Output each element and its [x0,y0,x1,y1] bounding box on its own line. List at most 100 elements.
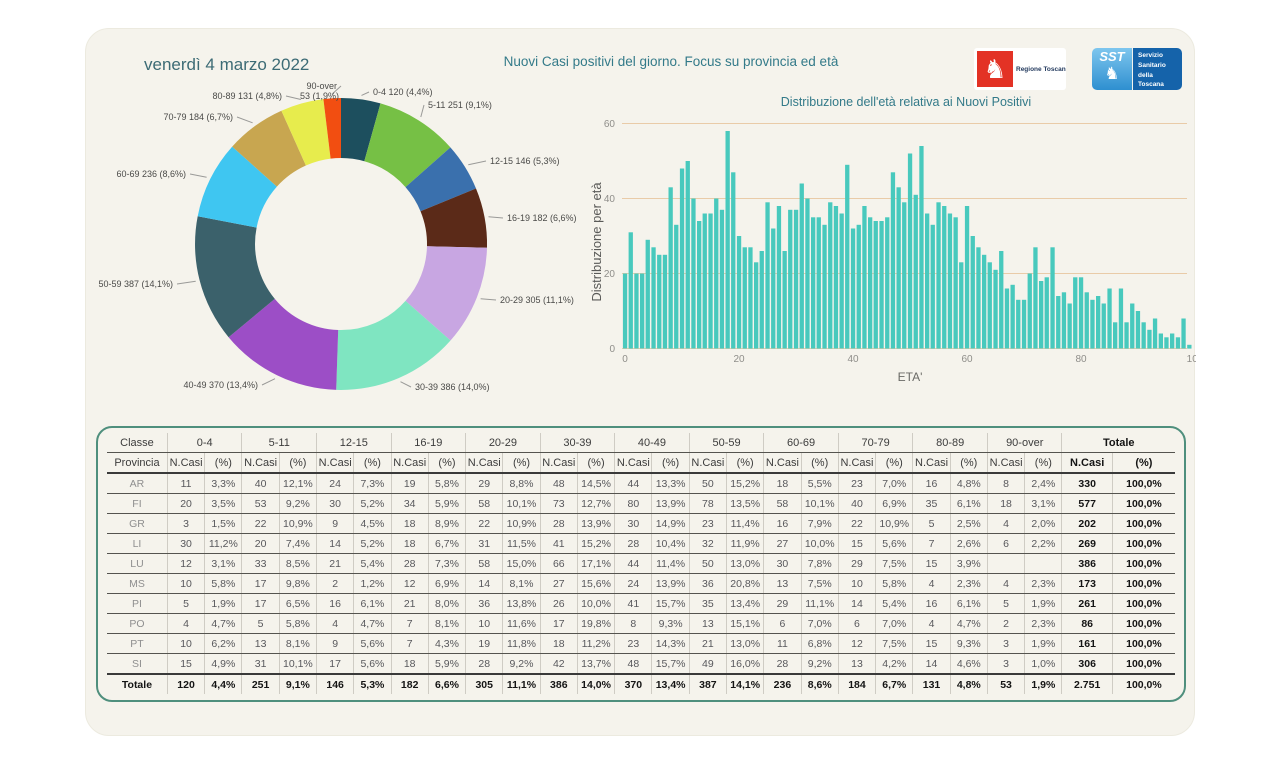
pct-value: 10,1% [278,653,317,675]
ncasi-value: 18 [539,633,578,654]
age-bar [959,262,964,349]
pct-value: 11,4% [651,553,690,574]
grand-total-cases: 2.751 [1061,674,1113,694]
pegasus-icon: ♞ [977,51,1013,87]
pct-subheader: (%) [204,452,242,474]
ncasi-subheader: N.Casi [986,452,1025,474]
x-tick-label: 60 [961,354,973,365]
ncasi-subheader: N.Casi [465,452,503,474]
table-row-PT: PT 10 6,2% 13 8,1% 9 5,6% 7 4,3% 19 11,8% 18 11,2% 23… [107,633,1175,654]
age-bar [702,213,707,349]
donut-segment-50-59 [195,216,275,338]
ncasi-value: 15 [166,653,205,675]
pct-value: 3,3% [204,473,242,494]
sst-label: Servizio Sanitario della Toscana [1133,48,1182,90]
ncasi-value: 32 [688,533,727,554]
ncasi-value: 4 [986,573,1025,594]
pct-value: 7,0% [875,473,913,494]
pct-value: 7,5% [875,553,913,574]
pct-value: 2,4% [1024,473,1062,494]
age-bar [999,251,1004,349]
ncasi-subheader: N.Casi [241,452,280,474]
total-pct-value: 4,4% [204,674,242,694]
ncasi-value: 17 [241,573,280,594]
age-bar [1021,299,1027,349]
age-bar [890,172,896,349]
ncasi-value: 19 [465,633,503,654]
ncasi-value: 27 [763,533,802,554]
pct-value: 7,8% [800,553,839,574]
pct-value: 5,8% [875,573,913,594]
pct-value: 8,0% [427,593,466,614]
donut-label-line [331,85,342,95]
ncasi-value: 4 [912,573,951,594]
pct-value: 16,0% [726,653,764,675]
age-group-header: 50-59 [688,433,764,453]
pct-subheader: (%) [278,452,317,474]
ncasi-value: 18 [390,533,429,554]
pct-value: 7,0% [800,613,839,634]
ncasi-subheader: N.Casi [539,452,578,474]
totale-row-label: Totale [121,678,153,691]
ncasi-value: 30 [166,533,205,554]
sst-logo: SST ♞ Servizio Sanitario della Toscana [1092,48,1182,90]
ncasi-value: 3 [166,513,205,534]
pct-value: 11,1% [800,593,839,614]
ncasi-value: 5 [986,593,1025,614]
ncasi-value: 42 [539,653,578,675]
province-code: LI [107,533,168,554]
age-bar [1170,333,1175,349]
ncasi-value: 19 [390,473,429,494]
table-row-LI: LI 30 11,2% 20 7,4% 14 5,2% 18 6,7% 31 11,5% 41 15,2… [107,533,1175,554]
donut-label-line [285,95,302,100]
ncasi-value: 40 [837,493,876,514]
pct-value: 11,5% [502,533,541,554]
age-group-header: 20-29 [465,433,541,453]
pct-value: 20,8% [726,573,764,594]
ncasi-value: 58 [763,493,802,514]
regione-toscana-logo: ♞ Regione Toscana [974,48,1066,90]
ncasi-value: 15 [837,533,876,554]
pct-value: 17,1% [576,553,615,574]
row-total-cases: 86 [1061,613,1113,634]
ncasi-value: 6 [763,613,802,634]
ncasi-value: 16 [763,513,802,534]
pct-value: 7,9% [800,513,839,534]
table-row-PO: PO 4 4,7% 5 5,8% 4 4,7% 7 8,1% 10 11,6% 17 19,8% 8 9,3… [107,613,1175,634]
age-bar [896,187,901,349]
ncasi-value: 53 [241,493,280,514]
pct-value: 11,6% [502,613,541,634]
table-row-GR: GR 3 1,5% 22 10,9% 9 4,5% 18 8,9% 22 10,9% 28 13,9% 3… [107,513,1175,534]
pct-value: 4,7% [949,613,988,634]
pct-value: 8,9% [427,513,466,534]
y-tick-label: 40 [604,194,616,205]
ncasi-value: 22 [465,513,503,534]
total-ncasi-value: 146 [316,674,354,694]
pct-value: 8,1% [278,633,317,654]
ncasi-value: 48 [539,473,578,494]
ncasi-value: 73 [539,493,578,514]
age-bar [1050,247,1055,349]
donut-segment-0-4 [341,97,381,162]
ncasi-value: 10 [837,573,876,594]
ncasi-value: 18 [390,513,429,534]
ncasi-value: 13 [837,653,876,675]
pct-value: 2,2% [1024,533,1062,554]
age-bar [793,209,799,349]
row-total-cases: 386 [1061,553,1113,574]
ncasi-value: 20 [166,493,205,514]
ncasi-subheader: N.Casi [390,452,429,474]
pct-value: 13,3% [651,473,690,494]
ncasi-value: 28 [390,553,429,574]
pct-value: 13,9% [576,513,615,534]
donut-label-line [176,280,196,285]
pct-value: 7,5% [875,633,913,654]
donut-segment-60-69 [197,146,277,228]
ncasi-value: 16 [912,473,951,494]
x-tick-label: 0 [622,354,628,365]
ncasi-value: 14 [465,573,503,594]
age-bar [987,262,992,349]
age-bar [657,254,662,349]
total-pct-value: 11,1% [502,674,541,694]
ncasi-value: 9 [316,513,354,534]
